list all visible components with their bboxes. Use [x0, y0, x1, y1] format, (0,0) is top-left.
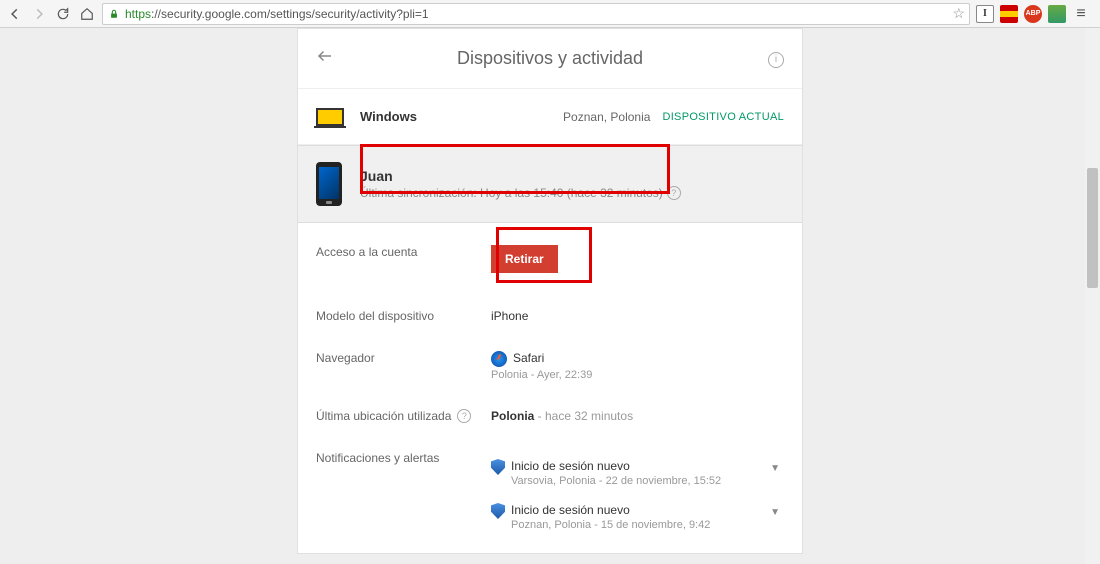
details-panel: Acceso a la cuenta Retirar Modelo del di… — [298, 223, 802, 553]
url-path: /settings/security/activity?pli=1 — [267, 7, 429, 21]
device-sync-label: Última sincronización: Hoy a las 15:40 (… — [360, 186, 663, 200]
card-header: Dispositivos y actividad i — [298, 29, 802, 89]
device-sync-text: Última sincronización: Hoy a las 15:40 (… — [360, 186, 681, 200]
safari-icon — [491, 351, 507, 367]
notification-sub: Poznan, Polonia - 15 de noviembre, 9:42 — [511, 519, 766, 531]
notification-title: Inicio de sesión nuevo — [511, 503, 766, 517]
label-device-model: Modelo del dispositivo — [316, 309, 491, 323]
browser-name: Safari — [513, 351, 544, 365]
current-device-badge: DISPOSITIVO ACTUAL — [662, 111, 784, 123]
toolbar-extensions: I ABP ≡ — [976, 5, 1094, 23]
device-name: Juan — [360, 168, 681, 184]
lock-icon — [107, 7, 121, 21]
label-account-access: Acceso a la cuenta — [316, 245, 491, 259]
security-card: Dispositivos y actividad i Windows Pozna… — [297, 28, 803, 554]
chevron-down-icon[interactable]: ▼ — [766, 459, 784, 478]
notification-sub: Varsovia, Polonia - 22 de noviembre, 15:… — [511, 475, 766, 487]
current-device-name: Windows — [360, 109, 417, 124]
address-bar[interactable]: https://security.google.com/settings/sec… — [102, 3, 970, 25]
notification-item[interactable]: Inicio de sesión nuevo Varsovia, Polonia… — [491, 451, 784, 495]
row-last-location: Última ubicación utilizada ? Polonia - h… — [316, 395, 784, 437]
device-text-block: Juan Última sincronización: Hoy a las 15… — [360, 168, 681, 200]
url-domain: ://security.google.com — [151, 7, 267, 21]
value-device-model: iPhone — [491, 309, 784, 323]
shield-icon — [491, 459, 505, 475]
current-device-info: Poznan, Polonia DISPOSITIVO ACTUAL — [563, 110, 784, 124]
back-button[interactable] — [6, 5, 24, 23]
scrollbar-track[interactable] — [1085, 28, 1100, 564]
current-device-location: Poznan, Polonia — [563, 110, 650, 124]
laptop-icon — [316, 108, 344, 126]
location-value: Polonia — [491, 409, 534, 423]
page-title: Dispositivos y actividad — [457, 48, 643, 69]
row-browser: Navegador Safari Polonia - Ayer, 22:39 — [316, 337, 784, 395]
info-icon[interactable]: i — [768, 49, 784, 68]
shield-icon — [491, 503, 505, 519]
help-icon[interactable]: ? — [667, 186, 681, 200]
location-sub: - hace 32 minutos — [534, 409, 633, 423]
value-last-location: Polonia - hace 32 minutos — [491, 409, 784, 423]
help-icon[interactable]: ? — [457, 409, 471, 423]
label-last-location-text: Última ubicación utilizada — [316, 409, 451, 423]
notification-item[interactable]: Inicio de sesión nuevo Poznan, Polonia -… — [491, 495, 784, 539]
value-notifications: Inicio de sesión nuevo Varsovia, Polonia… — [491, 451, 784, 539]
home-button[interactable] — [78, 5, 96, 23]
scrollbar-thumb[interactable] — [1087, 168, 1098, 288]
label-notifications: Notificaciones y alertas — [316, 451, 491, 465]
chrome-menu-icon[interactable]: ≡ — [1072, 5, 1090, 23]
browser-sub: Polonia - Ayer, 22:39 — [491, 369, 784, 381]
expanded-device-header[interactable]: Juan Última sincronización: Hoy a las 15… — [298, 145, 802, 223]
notification-title: Inicio de sesión nuevo — [511, 459, 766, 473]
row-account-access: Acceso a la cuenta Retirar — [316, 223, 784, 295]
value-browser: Safari Polonia - Ayer, 22:39 — [491, 351, 784, 381]
phone-icon — [316, 162, 342, 206]
page-background: Dispositivos y actividad i Windows Pozna… — [0, 28, 1100, 564]
remove-button[interactable]: Retirar — [491, 245, 558, 273]
forward-button[interactable] — [30, 5, 48, 23]
row-notifications: Notificaciones y alertas Inicio de sesió… — [316, 437, 784, 553]
extension-profile-icon[interactable] — [1048, 5, 1066, 23]
browser-toolbar: https://security.google.com/settings/sec… — [0, 0, 1100, 28]
extension-abp-icon[interactable]: ABP — [1024, 5, 1042, 23]
extension-flag-icon[interactable] — [1000, 5, 1018, 23]
bookmark-star-icon[interactable]: ☆ — [952, 5, 965, 22]
label-browser: Navegador — [316, 351, 491, 365]
reload-button[interactable] — [54, 5, 72, 23]
row-device-model: Modelo del dispositivo iPhone — [316, 295, 784, 337]
label-last-location: Última ubicación utilizada ? — [316, 409, 491, 423]
chevron-down-icon[interactable]: ▼ — [766, 503, 784, 522]
value-account-access: Retirar — [491, 245, 784, 273]
back-arrow-icon[interactable] — [316, 47, 334, 70]
extension-instapaper-icon[interactable]: I — [976, 5, 994, 23]
current-device-row[interactable]: Windows Poznan, Polonia DISPOSITIVO ACTU… — [298, 89, 802, 145]
url-scheme: https — [125, 7, 151, 21]
